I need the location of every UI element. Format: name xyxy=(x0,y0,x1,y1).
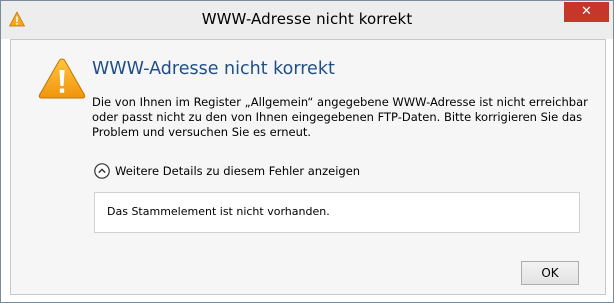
details-text: Das Stammelement ist nicht vorhanden. xyxy=(107,205,330,218)
dialog-content: WWW-Adresse nicht korrekt Die von Ihnen … xyxy=(10,39,606,295)
dialog-message: Die von Ihnen im Register „Allgemein“ an… xyxy=(92,95,588,139)
close-button[interactable]: ✕ xyxy=(564,2,609,22)
window-title: WWW-Adresse nicht korrekt xyxy=(201,10,413,28)
details-box: Das Stammelement ist nicht vorhanden. xyxy=(94,192,580,233)
dialog-heading: WWW-Adresse nicht korrekt xyxy=(92,59,335,79)
chevron-up-icon xyxy=(94,163,110,179)
dialog-window: WWW-Adresse nicht korrekt ✕ WWW-Adresse … xyxy=(0,0,614,303)
title-bar[interactable]: WWW-Adresse nicht korrekt ✕ xyxy=(1,1,613,39)
details-toggle-label: Weitere Details zu diesem Fehler anzeige… xyxy=(115,164,361,178)
details-toggle[interactable]: Weitere Details zu diesem Fehler anzeige… xyxy=(94,161,360,181)
ok-button[interactable]: OK xyxy=(521,261,579,285)
warning-icon xyxy=(38,58,86,99)
